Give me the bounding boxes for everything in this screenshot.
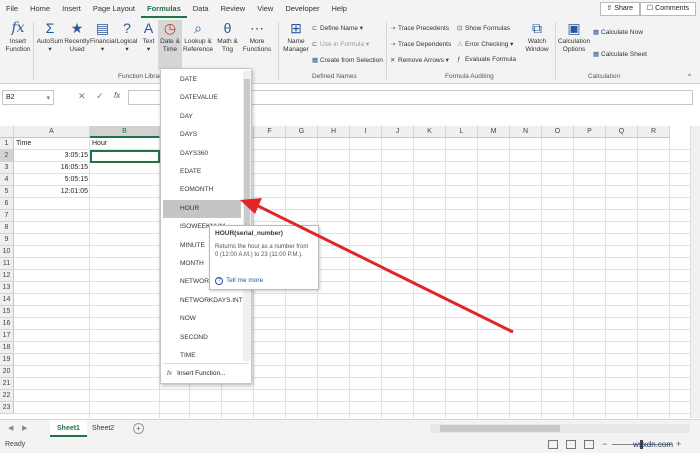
status-bar: Ready − + <box>0 437 700 453</box>
annotation-arrow <box>240 198 514 334</box>
watermark: wsxdn.com <box>633 440 674 449</box>
prev-sheet-icon[interactable]: ◀ <box>8 424 13 432</box>
normal-view-icon[interactable] <box>548 440 558 449</box>
sheet-tab-bar: ◀ ▶ Sheet1 Sheet2 + <box>0 419 700 437</box>
next-sheet-icon[interactable]: ▶ <box>22 424 27 432</box>
add-sheet-icon[interactable]: + <box>133 423 144 434</box>
zoom-in-icon[interactable]: + <box>676 439 681 449</box>
horizontal-scroll-thumb[interactable] <box>440 425 560 432</box>
page-layout-view-icon[interactable] <box>566 440 576 449</box>
sheet-tab-sheet2[interactable]: Sheet2 <box>85 420 121 437</box>
status-text: Ready <box>5 441 26 448</box>
arrow-shaft <box>253 202 514 334</box>
sheet-tab-sheet1[interactable]: Sheet1 <box>50 420 87 437</box>
page-break-view-icon[interactable] <box>584 440 594 449</box>
zoom-out-icon[interactable]: − <box>602 439 607 449</box>
horizontal-scrollbar[interactable] <box>430 424 690 433</box>
